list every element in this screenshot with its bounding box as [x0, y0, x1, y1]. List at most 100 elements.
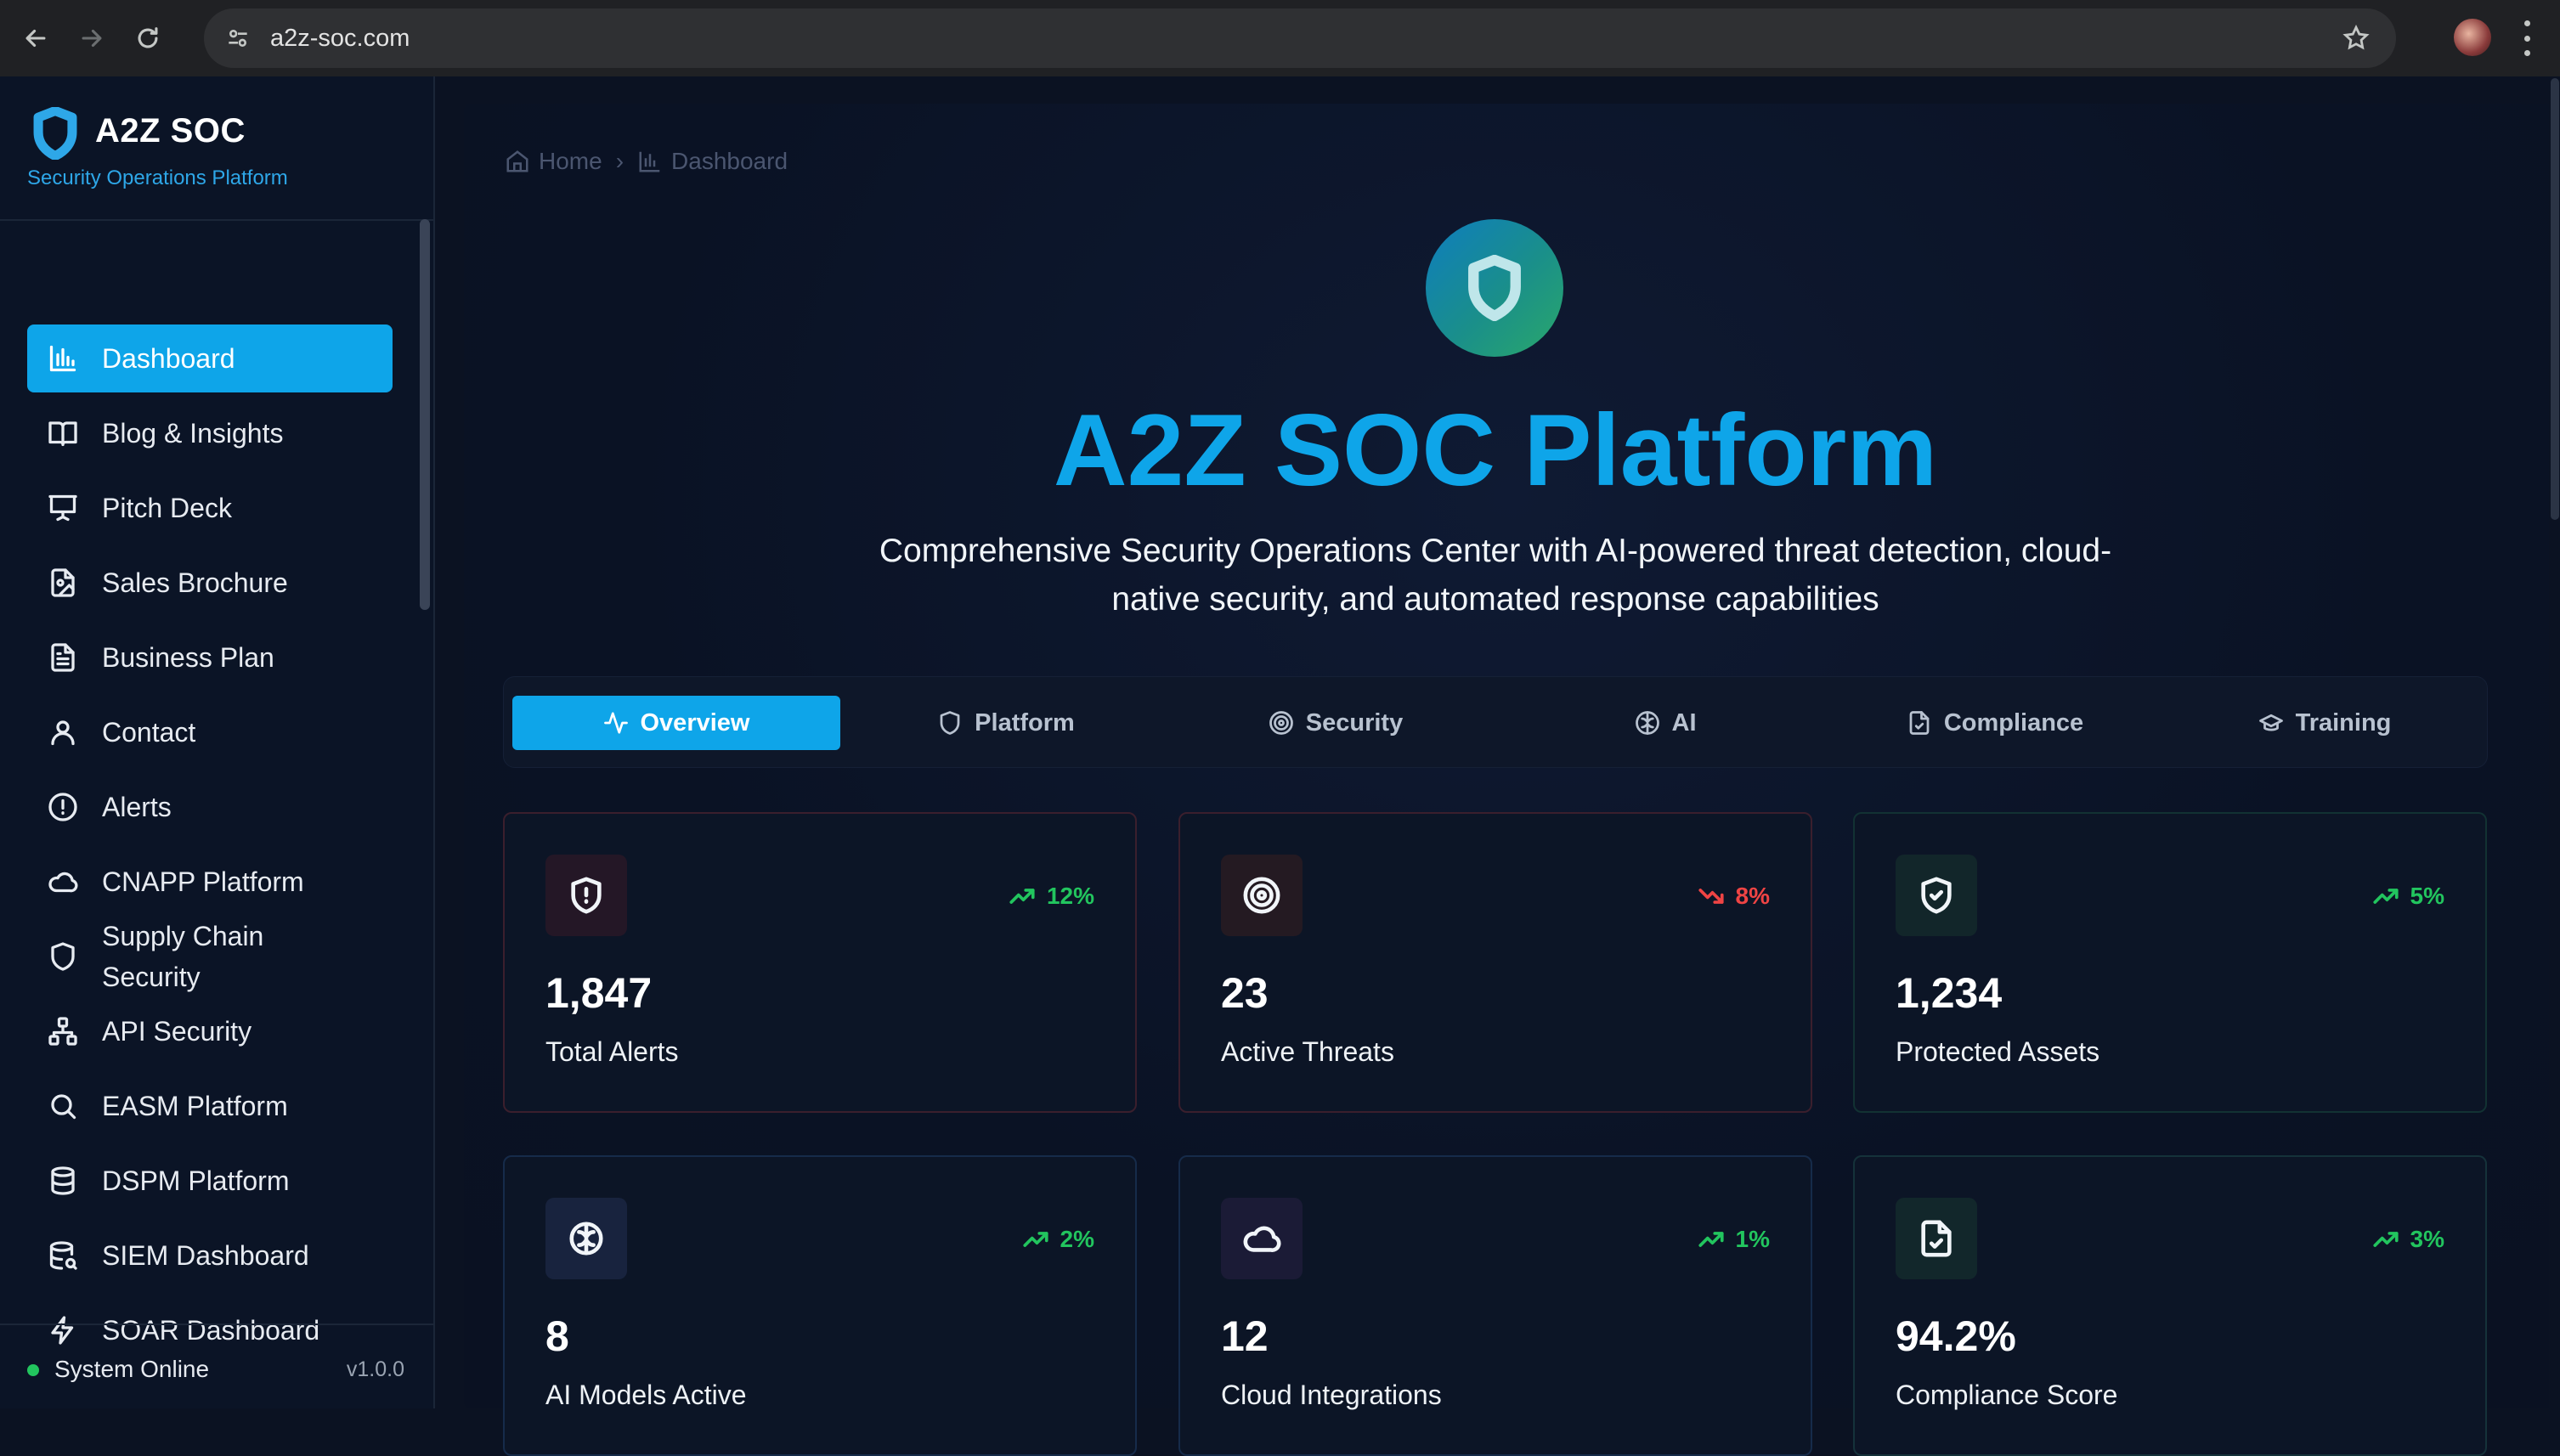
sidebar-footer: System Online v1.0.0: [0, 1323, 433, 1408]
sidebar-item-label: Supply Chain Security: [102, 921, 264, 992]
tab-ai[interactable]: AI: [1501, 696, 1829, 750]
search-icon: [46, 1089, 80, 1123]
version-text: v1.0.0: [346, 1357, 404, 1381]
trending-down-icon: [1698, 889, 1724, 904]
sidebar-item-dashboard[interactable]: Dashboard: [27, 324, 393, 392]
trending-up-icon: [1022, 1232, 1048, 1247]
tab-overview[interactable]: Overview: [512, 696, 840, 750]
star-icon[interactable]: [2342, 24, 2371, 53]
sidebar-item-easm[interactable]: EASM Platform: [27, 1072, 393, 1140]
bar-chart-icon: [639, 151, 660, 172]
sidebar-item-pitch-deck[interactable]: Pitch Deck: [27, 474, 393, 542]
stat-card-active-threats[interactable]: 8% 23 Active Threats: [1178, 812, 1812, 1113]
brain-icon: [1635, 711, 1659, 735]
trend-up: 5%: [2371, 882, 2444, 911]
tab-label: Platform: [975, 708, 1075, 736]
sidebar-item-siem[interactable]: SIEM Dashboard: [27, 1222, 393, 1290]
sidebar-item-dspm[interactable]: DSPM Platform: [27, 1147, 393, 1215]
back-icon[interactable]: [10, 13, 61, 64]
tab-security[interactable]: Security: [1172, 696, 1500, 750]
trend-up: 2%: [1021, 1225, 1094, 1254]
sidebar-item-label: Sales Brochure: [102, 567, 288, 598]
sidebar-scrollbar[interactable]: [420, 219, 430, 610]
url-text[interactable]: a2z-soc.com: [270, 25, 410, 53]
sidebar-item-supply-chain[interactable]: Supply Chain Security: [27, 914, 393, 999]
breadcrumb-current: Dashboard: [671, 148, 788, 174]
home-icon: [506, 150, 528, 172]
breadcrumb-home[interactable]: Home: [539, 148, 602, 175]
stat-label: Cloud Integrations: [1221, 1380, 1442, 1410]
sidebar: A2Z SOC Security Operations Platform Das…: [0, 76, 435, 1408]
stat-label: Protected Assets: [1896, 1036, 2100, 1067]
shield-logo-icon: [32, 105, 78, 161]
stat-value: 8: [545, 1312, 569, 1360]
trend-up: 3%: [2371, 1225, 2444, 1254]
target-icon: [1221, 855, 1303, 936]
sidebar-item-label: Contact: [102, 717, 196, 748]
trend-value: 8%: [1735, 883, 1770, 909]
book-icon: [46, 416, 80, 450]
sidebar-item-label: Alerts: [102, 792, 172, 822]
brand-subtitle: Security Operations Platform: [27, 166, 288, 189]
sidebar-item-label: EASM Platform: [102, 1091, 288, 1121]
shield-icon: [940, 711, 960, 735]
profile-avatar[interactable]: [2454, 19, 2491, 56]
file-image-icon: [46, 566, 80, 600]
activity-icon: [603, 712, 628, 734]
stat-label: Compliance Score: [1896, 1380, 2118, 1410]
stat-card-compliance-score[interactable]: 3% 94.2% Compliance Score: [1853, 1155, 2487, 1456]
tab-label: Overview: [640, 708, 750, 736]
brand: A2Z SOC Security Operations Platform: [0, 76, 433, 221]
trend-value: 3%: [2410, 1226, 2444, 1252]
address-bar[interactable]: a2z-soc.com: [204, 8, 2396, 68]
network-icon: [46, 1014, 80, 1048]
stat-value: 23: [1221, 969, 1269, 1017]
brand-title: A2Z SOC: [95, 112, 246, 150]
tab-label: Compliance: [1943, 708, 2084, 736]
stat-card-protected-assets[interactable]: 5% 1,234 Protected Assets: [1853, 812, 2487, 1113]
trending-up-icon: [2372, 1232, 2399, 1247]
tab-compliance[interactable]: Compliance: [1831, 696, 2159, 750]
bar-chart-icon: [46, 341, 80, 375]
more-icon[interactable]: [2522, 20, 2532, 56]
reload-icon[interactable]: [122, 13, 173, 64]
sidebar-item-label: Blog & Insights: [102, 418, 284, 449]
sidebar-item-alerts[interactable]: Alerts: [27, 773, 393, 841]
trend-up: 1%: [1697, 1225, 1770, 1254]
sidebar-item-blog[interactable]: Blog & Insights: [27, 399, 393, 467]
target-icon: [1269, 711, 1293, 735]
trending-up-icon: [1698, 1232, 1724, 1247]
trend-value: 2%: [1060, 1226, 1094, 1252]
tab-training[interactable]: Training: [2161, 696, 2489, 750]
user-icon: [46, 715, 80, 749]
stat-card-ai-models[interactable]: 2% 8 AI Models Active: [503, 1155, 1137, 1456]
stat-label: AI Models Active: [545, 1380, 747, 1410]
site-settings-icon[interactable]: [224, 25, 251, 52]
sidebar-item-sales-brochure[interactable]: Sales Brochure: [27, 549, 393, 617]
sidebar-item-business-plan[interactable]: Business Plan: [27, 624, 393, 691]
brain-icon: [545, 1198, 627, 1279]
stat-card-total-alerts[interactable]: 12% 1,847 Total Alerts: [503, 812, 1137, 1113]
forward-icon[interactable]: [66, 13, 117, 64]
database-search-icon: [46, 1239, 80, 1273]
chevron-right-icon: ›: [615, 148, 624, 174]
sidebar-item-api-security[interactable]: API Security: [27, 997, 393, 1065]
tab-platform[interactable]: Platform: [842, 696, 1170, 750]
page-scrollbar[interactable]: [2551, 78, 2559, 520]
trend-value: 1%: [1735, 1226, 1770, 1252]
sidebar-item-contact[interactable]: Contact: [27, 698, 393, 766]
page-description: Comprehensive Security Operations Center…: [879, 533, 2112, 618]
status-text: System Online: [54, 1356, 210, 1382]
trending-up-icon: [1009, 889, 1035, 904]
trend-value: 5%: [2410, 883, 2444, 909]
file-check-icon: [1896, 1198, 1977, 1279]
stat-card-cloud-integrations[interactable]: 1% 12 Cloud Integrations: [1178, 1155, 1812, 1456]
sidebar-item-label: CNAPP Platform: [102, 866, 304, 897]
shield-check-icon: [1896, 855, 1977, 936]
hero-shield-icon: [1426, 219, 1563, 357]
sidebar-item-cnapp[interactable]: CNAPP Platform: [27, 848, 393, 916]
cloud-icon: [46, 865, 80, 899]
stat-value: 1,234: [1896, 969, 2003, 1017]
graduation-cap-icon: [2258, 714, 2283, 731]
stat-value: 12: [1221, 1312, 1269, 1360]
